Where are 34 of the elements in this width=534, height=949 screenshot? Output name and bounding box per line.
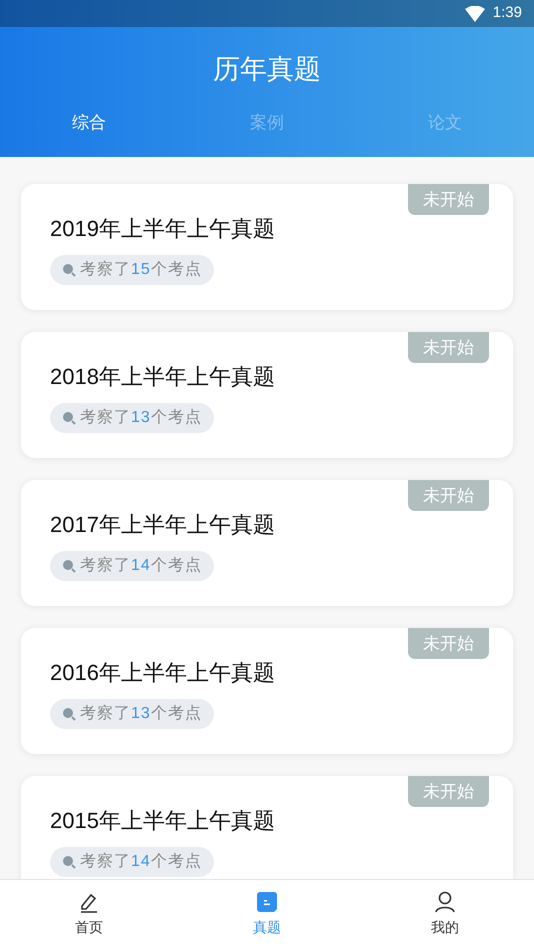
status-badge: 未开始 [408, 480, 489, 511]
search-icon [62, 263, 76, 277]
topic-count: 考察了 14个考点 [80, 852, 202, 872]
exam-card[interactable]: 未开始 2015年上半年上午真题 考察了 14个考点 [21, 776, 513, 879]
nav-item[interactable]: 我的 [356, 880, 534, 949]
document-icon [256, 891, 278, 913]
search-icon [62, 707, 76, 721]
exam-card[interactable]: 未开始 2016年上半年上午真题 考察了 13个考点 [21, 628, 513, 754]
exam-card[interactable]: 未开始 2018年上半年上午真题 考察了 13个考点 [21, 332, 513, 458]
exam-title: 2017年上半年上午真题 [50, 511, 276, 539]
exam-title: 2015年上半年上午真题 [50, 807, 276, 835]
topic-count: 考察了 14个考点 [80, 556, 202, 576]
clock: 1:39 [492, 3, 522, 24]
topic-count: 考察了 15个考点 [80, 260, 202, 280]
exam-card[interactable]: 未开始 2017年上半年上午真题 考察了 14个考点 [21, 480, 513, 606]
nav-item[interactable]: 首页 [0, 880, 178, 949]
search-icon [62, 411, 76, 425]
wifi-icon [464, 6, 485, 22]
search-icon [62, 559, 76, 573]
tab[interactable]: 综合 [72, 110, 106, 135]
status-badge: 未开始 [408, 628, 489, 659]
user-icon [434, 891, 456, 913]
topic-count: 考察了 13个考点 [80, 704, 202, 724]
status-badge: 未开始 [408, 332, 489, 363]
status-badge: 未开始 [408, 776, 489, 807]
topic-count: 考察了 13个考点 [80, 408, 202, 428]
exam-title: 2019年上半年上午真题 [50, 215, 276, 243]
exam-title: 2018年上半年上午真题 [50, 363, 276, 391]
page-title: 历年真题 [213, 53, 321, 86]
status-badge: 未开始 [408, 184, 489, 215]
pencil-icon [78, 891, 100, 913]
search-icon [62, 855, 76, 869]
exam-title: 2016年上半年上午真题 [50, 659, 276, 687]
exam-card[interactable]: 未开始 2019年上半年上午真题 考察了 15个考点 [21, 184, 513, 310]
